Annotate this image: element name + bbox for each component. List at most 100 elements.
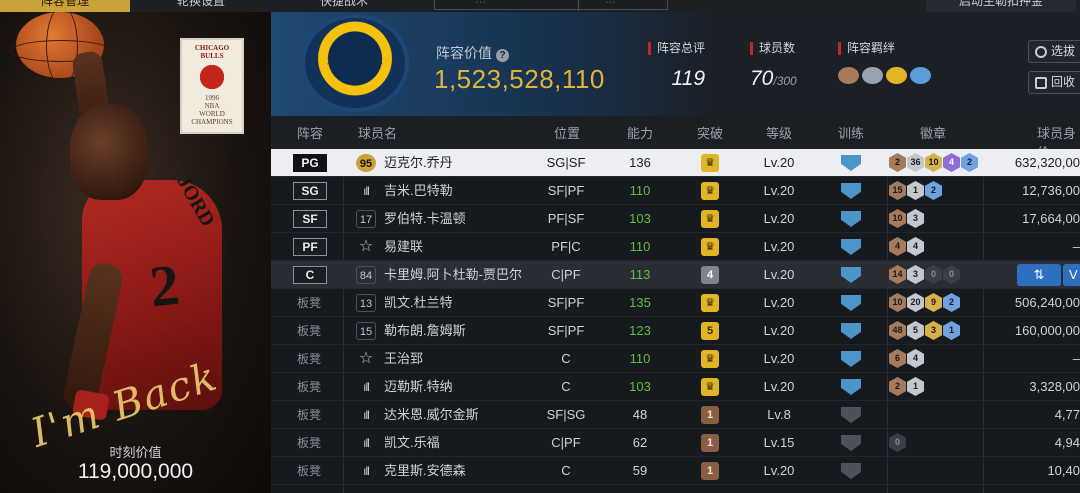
- top-right-button[interactable]: 启动主勒扣押金: [926, 0, 1076, 12]
- recycle-button[interactable]: 回收: [1028, 71, 1080, 94]
- table-row[interactable]: 板凳 ıll 达米恩.威尔金斯 SF|SG 48 1 Lv.8 4,77: [271, 401, 1080, 429]
- badge-list[interactable]: 10 3: [889, 209, 924, 228]
- badge-list[interactable]: 48 5 3 1: [889, 321, 960, 340]
- tab-quick-tactics[interactable]: 快捷战术: [320, 0, 368, 12]
- badge-list[interactable]: 14 3 0 0: [889, 265, 960, 284]
- recycle-icon: [1035, 77, 1047, 89]
- breakthrough-badge: 1: [701, 462, 719, 480]
- badge-hex-icon: 1: [907, 181, 924, 200]
- badge-list[interactable]: 10 20 9 2: [889, 293, 960, 312]
- player-name[interactable]: 吉米.巴特勒: [384, 177, 453, 205]
- badge-hex-icon: 10: [925, 153, 942, 172]
- player-level: Lv.20: [763, 323, 795, 338]
- table-row[interactable]: 板凳 ıll 凯文.乐福 C|PF 62 1 Lv.15 0 4,94: [271, 429, 1080, 457]
- lineup-position[interactable]: 板凳: [297, 429, 321, 457]
- bond-icon[interactable]: [862, 67, 883, 84]
- badge-list[interactable]: 21: [889, 377, 924, 396]
- swap-button[interactable]: ⇅: [1017, 264, 1061, 286]
- col-badges[interactable]: 徽章: [920, 123, 946, 142]
- star-icon: ☆: [358, 350, 374, 367]
- player-name[interactable]: 王治郅: [384, 345, 423, 373]
- badge-list[interactable]: 64: [889, 349, 924, 368]
- training-icon[interactable]: [841, 211, 861, 227]
- lineup-position[interactable]: 板凳: [297, 373, 321, 401]
- player-position: C|PF: [551, 435, 581, 450]
- bond-icons[interactable]: [838, 67, 931, 84]
- training-icon[interactable]: [841, 239, 861, 255]
- top-filter-input[interactable]: … …: [434, 0, 668, 11]
- lineup-position[interactable]: 板凳: [297, 345, 321, 373]
- select-button[interactable]: 选拔: [1028, 40, 1080, 63]
- bond-icon[interactable]: [838, 67, 859, 84]
- help-icon[interactable]: ?: [496, 49, 509, 62]
- player-name[interactable]: 迈勒斯.特纳: [384, 373, 453, 401]
- lineup-position[interactable]: SG: [293, 182, 327, 200]
- training-icon[interactable]: [841, 435, 861, 451]
- lineup-position[interactable]: 板凳: [297, 457, 321, 485]
- col-position[interactable]: 位置: [554, 123, 580, 142]
- crown-icon: ♛: [701, 294, 719, 312]
- training-icon[interactable]: [841, 295, 861, 311]
- badge-hex-icon: 4: [907, 349, 924, 368]
- training-icon[interactable]: [841, 379, 861, 395]
- signal-bars-icon: ıll: [363, 436, 370, 450]
- col-player-name[interactable]: 球员名: [358, 123, 397, 142]
- lineup-position[interactable]: C: [293, 266, 327, 284]
- badge-list[interactable]: 2 36 10 4 2: [889, 153, 978, 172]
- tab-rotation-settings[interactable]: 轮换设置: [177, 0, 225, 12]
- training-icon[interactable]: [841, 351, 861, 367]
- player-ability: 123: [629, 323, 651, 338]
- col-lineup[interactable]: 阵容: [297, 123, 323, 142]
- lineup-position[interactable]: 板凳: [297, 401, 321, 429]
- player-ability: 110: [629, 239, 651, 254]
- table-row[interactable]: 板凳 ıll 克里斯.安德森 C 59 1 Lv.20 10,40: [271, 457, 1080, 485]
- table-row[interactable]: 板凳 ıll 迈勒斯.特纳 C 103 ♛ Lv.20 2 1 3,328,00: [271, 373, 1080, 401]
- badge-list[interactable]: 44: [889, 237, 924, 256]
- player-name[interactable]: 易建联: [384, 233, 423, 261]
- swap-more-button[interactable]: V: [1063, 264, 1080, 286]
- training-icon[interactable]: [841, 463, 861, 479]
- bond-icon[interactable]: [886, 67, 907, 84]
- table-row[interactable]: PG 95 迈克尔.乔丹 SG|SF 136 ♛ Lv.20 2 36 10 4 2 632,320,0…: [271, 149, 1080, 177]
- player-value: 3,328,00: [1029, 379, 1080, 394]
- player-name[interactable]: 罗伯特.卡温顿: [384, 205, 466, 233]
- lineup-position[interactable]: PF: [293, 238, 327, 256]
- player-name[interactable]: 迈克尔.乔丹: [384, 149, 453, 177]
- badge-list[interactable]: 0: [889, 433, 906, 452]
- col-breakthrough[interactable]: 突破: [697, 123, 723, 142]
- badge-hex-icon: 1: [907, 377, 924, 396]
- player-level: Lv.20: [763, 211, 795, 226]
- col-training[interactable]: 训练: [838, 123, 864, 142]
- training-icon[interactable]: [841, 323, 861, 339]
- jersey-number-badge: 15: [356, 322, 376, 340]
- table-row[interactable]: PF ☆ 易建联 PF|C 110 ♛ Lv.20 4 4 –: [271, 233, 1080, 261]
- player-name[interactable]: 凯文.乐福: [384, 429, 440, 457]
- table-row[interactable]: 板凳 13 凯文.杜兰特 SF|PF 135 ♛ Lv.20 10 20 9 2 506,240,00: [271, 289, 1080, 317]
- col-level[interactable]: 等级: [766, 123, 792, 142]
- player-name[interactable]: 卡里姆.阿卜杜勒-贾巴尔: [384, 261, 522, 289]
- player-name[interactable]: 凯文.杜兰特: [384, 289, 453, 317]
- training-icon[interactable]: [841, 407, 861, 423]
- table-row[interactable]: C 84 卡里姆.阿卜杜勒-贾巴尔 C|PF 113 4 Lv.20 14 3 0 0 ⇅ V: [271, 261, 1080, 289]
- tab-lineup-management[interactable]: 阵容管理: [0, 0, 130, 12]
- training-icon[interactable]: [841, 267, 861, 283]
- lineup-position[interactable]: SF: [293, 210, 327, 228]
- bond-icon[interactable]: [910, 67, 931, 84]
- table-row[interactable]: SG ıll 吉米.巴特勒 SF|PF 110 ♛ Lv.20 15 1 2 12,736,00: [271, 177, 1080, 205]
- training-icon[interactable]: [841, 183, 861, 199]
- training-icon[interactable]: [841, 155, 861, 171]
- table-row[interactable]: 板凳 15 勒布朗.詹姆斯 SF|PF 123 5 Lv.20 48 5 3 1 160,000,00: [271, 317, 1080, 345]
- player-ability: 136: [629, 155, 651, 170]
- lineup-position[interactable]: 板凳: [297, 317, 321, 345]
- player-ability: 62: [632, 435, 648, 450]
- lineup-position[interactable]: 板凳: [297, 289, 321, 317]
- player-name[interactable]: 达米恩.威尔金斯: [384, 401, 479, 429]
- player-name[interactable]: 勒布朗.詹姆斯: [384, 317, 466, 345]
- featured-player-card[interactable]: JORD 2 CHICAGO BULLS 1996 NBA WORLD CHAM…: [0, 12, 271, 493]
- player-name[interactable]: 克里斯.安德森: [384, 457, 466, 485]
- badge-list[interactable]: 15 1 2: [889, 181, 942, 200]
- col-ability[interactable]: 能力: [627, 123, 653, 142]
- table-row[interactable]: 板凳 ☆ 王治郅 C 110 ♛ Lv.20 6 4 –: [271, 345, 1080, 373]
- table-row[interactable]: SF 17 罗伯特.卡温顿 PF|SF 103 ♛ Lv.20 10 3 17,664,00: [271, 205, 1080, 233]
- lineup-position[interactable]: PG: [293, 154, 327, 172]
